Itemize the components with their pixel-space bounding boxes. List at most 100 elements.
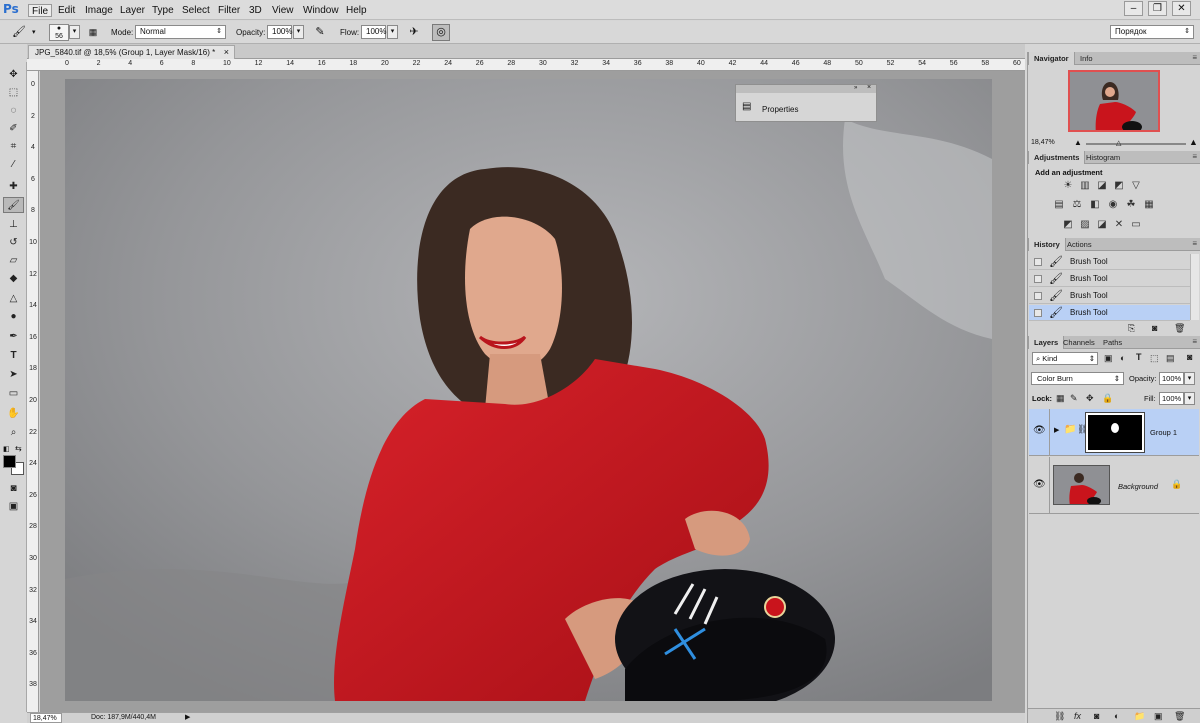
screen-mode-icon[interactable]: ▣ <box>3 499 24 515</box>
navigator-zoom-value[interactable]: 18,47% <box>1031 139 1055 146</box>
navigator-zoom-slider[interactable] <box>1086 143 1186 145</box>
layer-thumbnail[interactable] <box>1053 465 1110 505</box>
blend-mode-select[interactable]: Color Burn ⇕ <box>1031 372 1124 385</box>
link-layers-icon[interactable]: ⛓ <box>1054 711 1065 722</box>
levels-icon[interactable]: ▥ <box>1079 180 1091 191</box>
history-checkbox[interactable] <box>1034 292 1042 300</box>
menu-3d[interactable]: 3D <box>246 4 265 17</box>
close-window-button[interactable]: ✕ <box>1172 1 1191 16</box>
lock-transparent-icon[interactable]: ▦ <box>1056 393 1065 404</box>
airbrush-icon[interactable]: ✈ <box>405 24 423 41</box>
menu-type[interactable]: Type <box>149 4 177 17</box>
move-tool-icon[interactable]: ✥ <box>3 67 24 83</box>
gradient-map-icon[interactable]: ▭ <box>1130 219 1142 230</box>
layer-row-group-1[interactable]: 👁 ▶ 📁 ⛓ Group 1 <box>1029 409 1199 456</box>
new-adjustment-layer-icon[interactable]: ◐ <box>1114 711 1119 721</box>
workspace-select[interactable]: Порядок ⇕ <box>1110 25 1194 39</box>
pressure-size-icon[interactable]: ◎ <box>432 24 450 41</box>
history-item[interactable]: 🖌 Brush Tool <box>1029 271 1190 287</box>
brush-preset-icon[interactable]: 🖌 <box>10 24 28 41</box>
swap-colors-icon[interactable]: ⇆ <box>15 444 22 453</box>
menu-image[interactable]: Image <box>82 4 116 17</box>
posterize-icon[interactable]: ▨ <box>1079 219 1091 230</box>
quick-select-tool-icon[interactable]: ✐ <box>3 121 24 137</box>
lock-all-icon[interactable]: 🔒 <box>1102 393 1113 404</box>
brush-panel-toggle-icon[interactable]: ▦ <box>84 24 102 41</box>
menu-filter[interactable]: Filter <box>215 4 243 17</box>
minimize-button[interactable]: – <box>1124 1 1143 16</box>
curves-icon[interactable]: ◪ <box>1096 180 1108 191</box>
restore-button[interactable]: ❐ <box>1148 1 1167 16</box>
opacity-dropdown[interactable]: ▾ <box>293 25 304 39</box>
delete-layer-icon[interactable]: 🗑 <box>1174 711 1185 722</box>
tab-actions[interactable]: Actions <box>1062 238 1097 251</box>
menu-file[interactable]: File <box>28 4 53 17</box>
filter-smart-object-icon[interactable]: ▤ <box>1166 353 1175 364</box>
layer-name[interactable]: Group 1 <box>1150 428 1177 437</box>
zoom-tool-icon[interactable]: ⌕ <box>3 425 24 441</box>
layer-filter-select[interactable]: ⌕ Kind ⇕ <box>1032 352 1098 365</box>
status-zoom-field[interactable]: 18,47% <box>30 713 62 723</box>
snapshot-camera-icon[interactable]: ◙ <box>1152 323 1157 333</box>
layer-row-background[interactable]: 👁 Background 🔒 <box>1029 457 1199 514</box>
hue-saturation-icon[interactable]: ▤ <box>1053 199 1065 210</box>
path-select-tool-icon[interactable]: ➤ <box>3 367 24 383</box>
close-panel-icon[interactable]: × <box>867 84 871 91</box>
mode-select[interactable]: Normal ⇕ <box>135 25 226 39</box>
vibrance-icon[interactable]: ▽ <box>1130 180 1142 191</box>
menu-edit[interactable]: Edit <box>55 4 78 17</box>
eyedropper-tool-icon[interactable]: ⁄ <box>3 157 24 173</box>
fill-field[interactable]: 100% <box>1159 392 1184 405</box>
marquee-tool-icon[interactable]: ⬚ <box>3 85 24 101</box>
blur-tool-icon[interactable]: △ <box>3 291 24 307</box>
type-tool-icon[interactable]: T <box>3 348 24 364</box>
tab-navigator[interactable]: Navigator <box>1028 52 1075 65</box>
black-white-icon[interactable]: ◧ <box>1089 199 1101 210</box>
filter-toggle-icon[interactable]: ◙ <box>1187 352 1192 362</box>
color-lookup-icon[interactable]: ▦ <box>1143 199 1155 210</box>
history-menu-icon[interactable]: ≡ <box>1192 239 1197 248</box>
crop-tool-icon[interactable]: ⌗ <box>3 139 24 155</box>
invert-icon[interactable]: ◩ <box>1062 219 1074 230</box>
opacity-field[interactable]: 100% <box>267 25 292 39</box>
zoom-in-icon[interactable]: ▲ <box>1189 137 1198 147</box>
flow-field[interactable]: 100% <box>361 25 386 39</box>
dodge-tool-icon[interactable]: ● <box>3 309 24 325</box>
layer-name[interactable]: Background <box>1118 482 1158 491</box>
selective-color-icon[interactable]: ✕ <box>1113 219 1125 230</box>
filter-shape-icon[interactable]: ⬚ <box>1150 353 1159 364</box>
hand-tool-icon[interactable]: ✋ <box>3 406 24 422</box>
history-brush-tool-icon[interactable]: ↺ <box>3 235 24 251</box>
layer-opacity-field[interactable]: 100% <box>1159 372 1184 385</box>
expand-group-icon[interactable]: ▶ <box>1054 426 1059 434</box>
exposure-icon[interactable]: ◩ <box>1113 180 1125 191</box>
rectangle-tool-icon[interactable]: ▭ <box>3 386 24 402</box>
flow-dropdown[interactable]: ▾ <box>387 25 398 39</box>
navigator-zoom-handle-icon[interactable]: △ <box>1116 139 1121 147</box>
history-scrollbar[interactable] <box>1190 254 1199 320</box>
status-menu-arrow-icon[interactable]: ▶ <box>185 713 190 721</box>
menu-window[interactable]: Window <box>300 4 342 17</box>
menu-help[interactable]: Help <box>343 4 370 17</box>
filter-type-icon[interactable]: T <box>1136 352 1142 362</box>
channel-mixer-icon[interactable]: ☘ <box>1125 199 1137 210</box>
filter-adjustment-icon[interactable]: ◐ <box>1120 353 1125 363</box>
photo-filter-icon[interactable]: ◉ <box>1107 199 1119 210</box>
menu-layer[interactable]: Layer <box>117 4 148 17</box>
tab-paths[interactable]: Paths <box>1098 336 1127 349</box>
layer-opacity-dropdown[interactable]: ▾ <box>1184 372 1195 385</box>
brush-size-dropdown[interactable]: ▾ <box>69 25 80 39</box>
collapse-panel-icon[interactable]: » <box>854 85 857 91</box>
eraser-tool-icon[interactable]: ▱ <box>3 253 24 269</box>
history-item-selected[interactable]: 🖌 Brush Tool <box>1029 305 1190 321</box>
zoom-out-icon[interactable]: ▲ <box>1074 138 1082 147</box>
history-checkbox[interactable] <box>1034 309 1042 317</box>
layers-menu-icon[interactable]: ≡ <box>1192 337 1197 346</box>
tab-channels[interactable]: Channels <box>1058 336 1100 349</box>
filter-pixel-icon[interactable]: ▣ <box>1104 353 1113 364</box>
lock-image-icon[interactable]: ✎ <box>1070 393 1078 404</box>
preset-dropdown-icon[interactable]: ▾ <box>32 28 36 36</box>
brush-size-picker[interactable]: ● 56 <box>49 24 69 41</box>
history-item[interactable]: 🖌 Brush Tool <box>1029 288 1190 304</box>
default-colors-icon[interactable]: ◧ <box>3 445 10 453</box>
